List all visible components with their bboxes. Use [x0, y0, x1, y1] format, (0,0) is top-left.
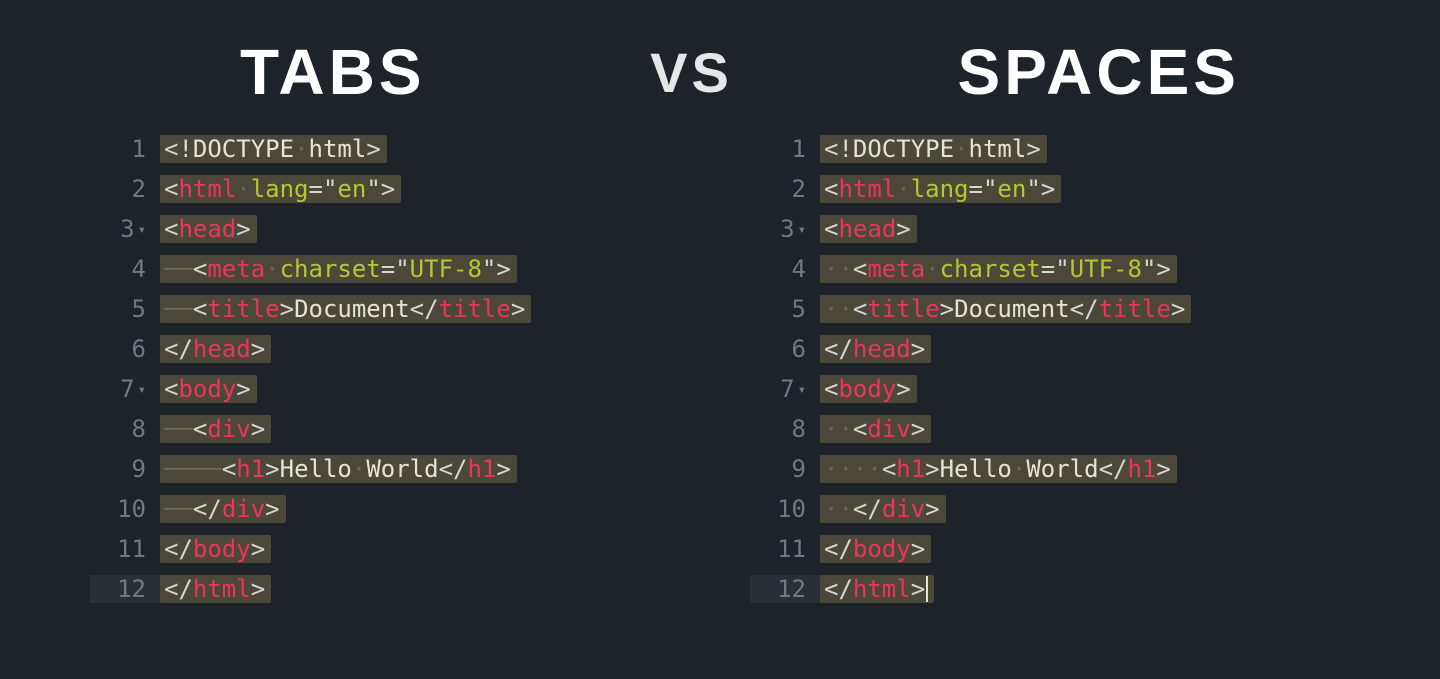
code-line[interactable]: 9····<h1>Hello·World</h1>	[750, 449, 1350, 489]
code-content[interactable]: <html·lang="en">	[160, 175, 401, 203]
code-line[interactable]: 7▾<body>	[90, 369, 690, 409]
line-number: 10	[90, 495, 160, 523]
code-content[interactable]: ··</div>	[820, 495, 946, 523]
code-content[interactable]: ··<title>Document</title>	[820, 295, 1191, 323]
code-content[interactable]: </html>	[160, 575, 271, 603]
line-number: 4	[750, 255, 820, 283]
code-line[interactable]: 12</html>	[90, 569, 690, 609]
code-line[interactable]: 7▾<body>	[750, 369, 1350, 409]
line-number: 8	[750, 415, 820, 443]
fold-icon[interactable]: ▾	[798, 382, 806, 398]
fold-icon[interactable]: ▾	[798, 222, 806, 238]
code-content[interactable]: <html·lang="en">	[820, 175, 1061, 203]
code-content[interactable]: ────<h1>Hello·World</h1>	[160, 455, 517, 483]
code-content[interactable]: </head>	[160, 335, 271, 363]
code-line[interactable]: 2<html·lang="en">	[750, 169, 1350, 209]
line-number: 1	[750, 135, 820, 163]
line-number: 2	[90, 175, 160, 203]
line-number: 3▾	[90, 215, 160, 243]
code-line[interactable]: 5──<title>Document</title>	[90, 289, 690, 329]
code-line[interactable]: 8··<div>	[750, 409, 1350, 449]
code-line[interactable]: 4··<meta·charset="UTF-8">	[750, 249, 1350, 289]
editor-columns: 1<!DOCTYPE·html>2<html·lang="en">3▾<head…	[0, 109, 1440, 609]
code-line[interactable]: 10··</div>	[750, 489, 1350, 529]
text-cursor	[926, 576, 928, 602]
code-editor-tabs: 1<!DOCTYPE·html>2<html·lang="en">3▾<head…	[90, 129, 690, 609]
code-line[interactable]: 11</body>	[750, 529, 1350, 569]
code-content[interactable]: <head>	[160, 215, 257, 243]
line-number: 5	[90, 295, 160, 323]
fold-icon[interactable]: ▾	[138, 382, 146, 398]
code-line[interactable]: 12</html>	[750, 569, 1350, 609]
line-number: 2	[750, 175, 820, 203]
code-line[interactable]: 9────<h1>Hello·World</h1>	[90, 449, 690, 489]
line-number: 12	[750, 575, 820, 603]
line-number: 4	[90, 255, 160, 283]
line-number: 7▾	[750, 375, 820, 403]
fold-icon[interactable]: ▾	[138, 222, 146, 238]
heading-vs: VS	[650, 40, 733, 105]
line-number: 5	[750, 295, 820, 323]
code-editor-spaces: 1<!DOCTYPE·html>2<html·lang="en">3▾<head…	[750, 129, 1350, 609]
code-content[interactable]: ──</div>	[160, 495, 286, 523]
heading-spaces: SPACES	[958, 35, 1240, 109]
code-line[interactable]: 4──<meta·charset="UTF-8">	[90, 249, 690, 289]
code-content[interactable]: </body>	[160, 535, 271, 563]
code-content[interactable]: </body>	[820, 535, 931, 563]
code-line[interactable]: 2<html·lang="en">	[90, 169, 690, 209]
line-number: 8	[90, 415, 160, 443]
code-content[interactable]: <body>	[820, 375, 917, 403]
line-number: 11	[750, 535, 820, 563]
code-content[interactable]: ··<meta·charset="UTF-8">	[820, 255, 1177, 283]
code-content[interactable]: ··<div>	[820, 415, 931, 443]
code-line[interactable]: 3▾<head>	[750, 209, 1350, 249]
line-number: 9	[90, 455, 160, 483]
code-content[interactable]: </html>	[820, 575, 934, 603]
code-line[interactable]: 1<!DOCTYPE·html>	[750, 129, 1350, 169]
code-content[interactable]: <!DOCTYPE·html>	[160, 135, 387, 163]
code-content[interactable]: ──<meta·charset="UTF-8">	[160, 255, 517, 283]
code-line[interactable]: 8──<div>	[90, 409, 690, 449]
code-line[interactable]: 6</head>	[750, 329, 1350, 369]
code-line[interactable]: 6</head>	[90, 329, 690, 369]
code-content[interactable]: ──<div>	[160, 415, 271, 443]
code-line[interactable]: 1<!DOCTYPE·html>	[90, 129, 690, 169]
code-content[interactable]: </head>	[820, 335, 931, 363]
line-number: 9	[750, 455, 820, 483]
code-content[interactable]: <!DOCTYPE·html>	[820, 135, 1047, 163]
line-number: 6	[90, 335, 160, 363]
code-line[interactable]: 10──</div>	[90, 489, 690, 529]
line-number: 11	[90, 535, 160, 563]
code-line[interactable]: 3▾<head>	[90, 209, 690, 249]
line-number: 7▾	[90, 375, 160, 403]
line-number: 3▾	[750, 215, 820, 243]
code-line[interactable]: 11</body>	[90, 529, 690, 569]
code-content[interactable]: <body>	[160, 375, 257, 403]
line-number: 6	[750, 335, 820, 363]
code-content[interactable]: <head>	[820, 215, 917, 243]
code-content[interactable]: ····<h1>Hello·World</h1>	[820, 455, 1177, 483]
line-number: 12	[90, 575, 160, 603]
code-line[interactable]: 5··<title>Document</title>	[750, 289, 1350, 329]
comparison-header: TABS VS SPACES	[0, 0, 1440, 109]
line-number: 1	[90, 135, 160, 163]
code-content[interactable]: ──<title>Document</title>	[160, 295, 531, 323]
line-number: 10	[750, 495, 820, 523]
heading-tabs: TABS	[240, 35, 425, 109]
